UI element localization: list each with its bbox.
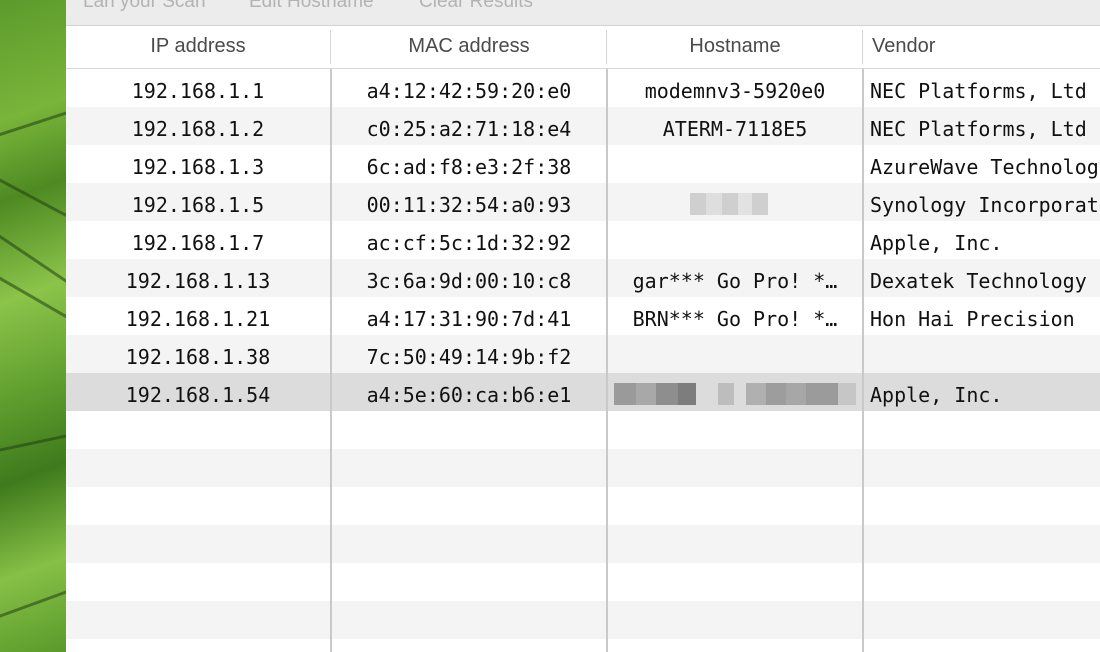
- column-header-ip[interactable]: IP address: [66, 26, 330, 68]
- vendor-cell: Hon Hai Precision: [870, 307, 1075, 331]
- mac-cell: 00:11:32:54:a0:93: [366, 193, 572, 217]
- table-row[interactable]: 192.168.1.7 ac:cf:5c:1d:32:92 Apple, Inc…: [66, 221, 1100, 259]
- mac-cell: c0:25:a2:71:18:e4: [366, 117, 572, 141]
- redacted-hostname: [614, 383, 636, 405]
- hostname-cell: ATERM-7118E5: [662, 117, 808, 141]
- redacted-hostname: [766, 383, 786, 405]
- mac-cell: 7c:50:49:14:9b:f2: [366, 345, 572, 369]
- scan-button[interactable]: Lan your Scan: [83, 0, 206, 13]
- column-divider[interactable]: [862, 30, 863, 64]
- redacted-hostname: [690, 193, 706, 215]
- table-row[interactable]: 192.168.1.38 7c:50:49:14:9b:f2: [66, 335, 1100, 373]
- ip-cell: 192.168.1.5: [131, 193, 265, 217]
- empty-row: [66, 487, 1100, 525]
- ip-cell: 192.168.1.13: [125, 269, 271, 293]
- mac-cell: a4:5e:60:ca:b6:e1: [366, 383, 572, 407]
- mac-cell: ac:cf:5c:1d:32:92: [366, 231, 572, 255]
- vendor-cell: NEC Platforms, Ltd: [870, 79, 1087, 103]
- redacted-hostname: [738, 193, 752, 215]
- column-separator: [606, 69, 608, 652]
- edit-hostname-button[interactable]: Edit Hostname: [249, 0, 374, 13]
- ip-cell: 192.168.1.54: [125, 383, 271, 407]
- vendor-cell: [870, 335, 1100, 373]
- table-row[interactable]: 192.168.1.2 c0:25:a2:71:18:e4 ATERM-7118…: [66, 107, 1100, 145]
- redacted-hostname: [718, 383, 734, 405]
- table-header: IP address MAC address Hostname Vendor: [66, 26, 1100, 69]
- ip-cell: 192.168.1.7: [131, 231, 265, 255]
- mac-cell: 3c:6a:9d:00:10:c8: [366, 269, 572, 293]
- table-row[interactable]: 192.168.1.3 6c:ad:f8:e3:2f:38 AzureWave …: [66, 145, 1100, 183]
- results-table: 192.168.1.1 a4:12:42:59:20:e0 modemnv3-5…: [66, 69, 1100, 652]
- table-row-selected[interactable]: 192.168.1.54 a4:5e:60:ca:b6:e1 Apple, In…: [66, 373, 1100, 411]
- ip-cell: 192.168.1.38: [125, 345, 271, 369]
- redacted-hostname: [786, 383, 806, 405]
- redacted-hostname: [656, 383, 678, 405]
- vendor-cell: Dexatek Technology: [870, 269, 1087, 293]
- vendor-cell: Apple, Inc.: [870, 231, 1003, 255]
- ip-cell: 192.168.1.21: [125, 307, 271, 331]
- vendor-cell: AzureWave Technology: [870, 155, 1100, 179]
- vendor-cell: Apple, Inc.: [870, 383, 1003, 407]
- hostname-cell: modemnv3-5920e0: [644, 79, 826, 103]
- mac-cell: 6c:ad:f8:e3:2f:38: [366, 155, 572, 179]
- table-row[interactable]: 192.168.1.21 a4:17:31:90:7d:41 BRN*** Go…: [66, 297, 1100, 335]
- ip-cell: 192.168.1.1: [131, 79, 265, 103]
- redacted-hostname: [746, 383, 766, 405]
- hostname-cell: [608, 335, 862, 373]
- column-header-hostname[interactable]: Hostname: [608, 26, 862, 68]
- column-divider[interactable]: [330, 30, 331, 64]
- empty-row: [66, 563, 1100, 601]
- mac-cell: a4:12:42:59:20:e0: [366, 79, 572, 103]
- empty-row: [66, 449, 1100, 487]
- redacted-hostname: [838, 383, 856, 405]
- column-header-vendor[interactable]: Vendor: [872, 26, 1100, 68]
- column-header-mac[interactable]: MAC address: [332, 26, 606, 68]
- empty-row: [66, 601, 1100, 639]
- redacted-hostname: [636, 383, 656, 405]
- ip-cell: 192.168.1.2: [131, 117, 265, 141]
- empty-row: [66, 639, 1100, 652]
- hostname-cell: [608, 145, 862, 183]
- table-row[interactable]: 192.168.1.1 a4:12:42:59:20:e0 modemnv3-5…: [66, 69, 1100, 107]
- column-divider[interactable]: [606, 30, 607, 64]
- vendor-cell: NEC Platforms, Ltd: [870, 117, 1087, 141]
- hostname-cell: gar*** Go Pro! *…: [632, 269, 838, 293]
- vendor-cell: Synology Incorporated: [870, 193, 1100, 217]
- redacted-hostname: [722, 193, 738, 215]
- toolbar: Lan your Scan Edit Hostname Clear Result…: [66, 0, 1100, 26]
- hostname-cell: BRN*** Go Pro! *…: [632, 307, 838, 331]
- table-row[interactable]: 192.168.1.5 00:11:32:54:a0:93 Synology I…: [66, 183, 1100, 221]
- clear-results-button[interactable]: Clear Results: [419, 0, 533, 13]
- redacted-hostname: [752, 193, 768, 215]
- empty-row: [66, 411, 1100, 449]
- hostname-cell: [608, 221, 862, 259]
- desktop-wallpaper: [0, 0, 66, 652]
- column-separator: [862, 69, 864, 652]
- mac-cell: a4:17:31:90:7d:41: [366, 307, 572, 331]
- redacted-hostname: [706, 193, 722, 215]
- empty-row: [66, 525, 1100, 563]
- redacted-hostname: [806, 383, 838, 405]
- table-row[interactable]: 192.168.1.13 3c:6a:9d:00:10:c8 gar*** Go…: [66, 259, 1100, 297]
- redacted-hostname: [678, 383, 696, 405]
- ip-cell: 192.168.1.3: [131, 155, 265, 179]
- app-window: Lan your Scan Edit Hostname Clear Result…: [66, 0, 1100, 652]
- column-separator: [330, 69, 332, 652]
